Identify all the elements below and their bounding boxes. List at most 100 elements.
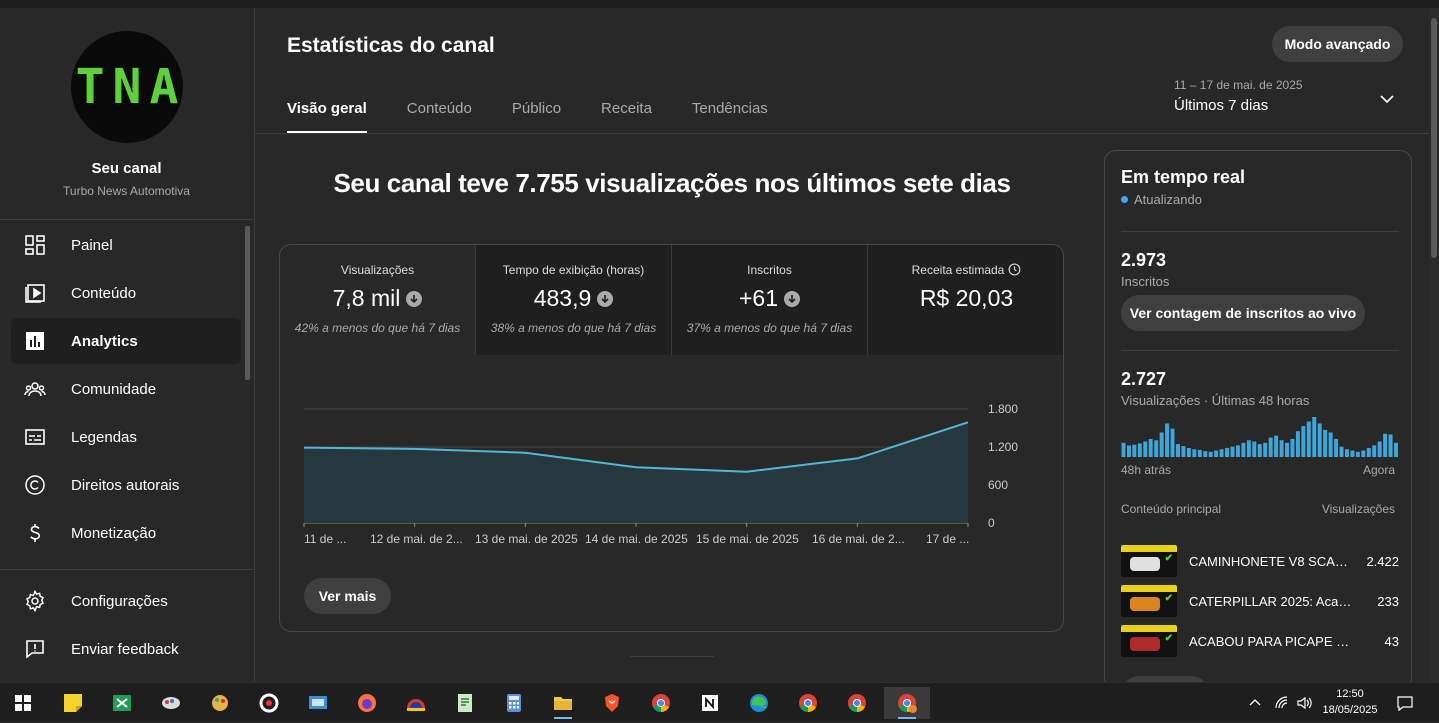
realtime-bar[interactable] xyxy=(1132,444,1137,457)
realtime-bar[interactable] xyxy=(1165,423,1170,457)
realtime-bar[interactable] xyxy=(1355,451,1360,457)
realtime-bar[interactable] xyxy=(1148,438,1153,457)
realtime-bar[interactable] xyxy=(1317,423,1322,457)
realtime-bar[interactable] xyxy=(1394,442,1398,457)
sidebar-item-monetizacao[interactable]: Monetização xyxy=(11,510,241,556)
network-icon[interactable] xyxy=(1274,695,1290,711)
sidebar-item-analytics[interactable]: Analytics xyxy=(11,318,241,364)
sidebar-item-conteudo[interactable]: Conteúdo xyxy=(11,270,241,316)
realtime-bar[interactable] xyxy=(1323,429,1328,457)
calculator-icon[interactable] xyxy=(497,687,531,719)
tab-receita[interactable]: Receita xyxy=(601,100,652,134)
realtime-bar[interactable] xyxy=(1388,434,1393,457)
realtime-bar[interactable] xyxy=(1312,417,1317,457)
metric-views[interactable]: Visualizações 7,8 mil 42% a menos do que… xyxy=(280,245,476,355)
realtime-bar[interactable] xyxy=(1257,444,1262,457)
realtime-bar[interactable] xyxy=(1361,450,1366,457)
sidebar-item-configuracoes[interactable]: Configurações xyxy=(11,578,241,624)
realtime-bar[interactable] xyxy=(1274,435,1279,457)
realtime-bar[interactable] xyxy=(1252,441,1257,457)
sidebar-item-legendas[interactable]: Legendas xyxy=(11,414,241,460)
firefox-icon[interactable] xyxy=(350,687,384,719)
realtime-bar[interactable] xyxy=(1137,443,1142,457)
notepad-app-icon[interactable] xyxy=(448,687,482,719)
realtime-bar[interactable] xyxy=(1350,450,1355,457)
top-content-row[interactable]: ✔ CATERPILLAR 2025: Acabou 233 xyxy=(1121,584,1399,618)
realtime-bar[interactable] xyxy=(1126,445,1131,457)
file-explorer-icon[interactable] xyxy=(546,687,580,719)
realtime-bar[interactable] xyxy=(1214,450,1219,457)
realtime-bar[interactable] xyxy=(1279,440,1284,457)
spreadsheet-app-icon[interactable] xyxy=(105,687,139,719)
live-subscriber-count-button[interactable]: Ver contagem de inscritos ao vivo xyxy=(1121,295,1365,331)
channel-avatar[interactable]: TNA xyxy=(71,31,183,143)
realtime-bar[interactable] xyxy=(1301,426,1306,457)
date-period[interactable]: Últimos 7 dias xyxy=(1174,97,1268,114)
realtime-bar[interactable] xyxy=(1295,431,1300,457)
tab-visao-geral[interactable]: Visão geral xyxy=(287,100,367,134)
tab-tendencias[interactable]: Tendências xyxy=(692,100,768,134)
see-more-button[interactable]: Ver mais xyxy=(304,578,391,614)
sidebar-item-direitos-autorais[interactable]: Direitos autorais xyxy=(11,462,241,508)
chrome-profile-icon[interactable] xyxy=(791,687,825,719)
top-content-row[interactable]: ✔ ACABOU PARA PICAPE RAM 43 xyxy=(1121,624,1399,658)
realtime-bar[interactable] xyxy=(1203,451,1208,457)
realtime-bar[interactable] xyxy=(1181,446,1186,457)
realtime-bar[interactable] xyxy=(1285,442,1289,457)
sticky-notes-icon[interactable] xyxy=(56,687,90,719)
palette-app-icon[interactable] xyxy=(203,687,237,719)
realtime-bar[interactable] xyxy=(1334,438,1339,457)
metric-subscribers[interactable]: Inscritos +61 37% a menos do que há 7 di… xyxy=(672,245,868,355)
realtime-bar[interactable] xyxy=(1197,449,1202,457)
views-line-chart[interactable]: 1.800 1.200 600 0 11 de ... 12 de mai. de 2..… xyxy=(280,355,1064,565)
tab-publico[interactable]: Público xyxy=(512,100,561,134)
realtime-bar[interactable] xyxy=(1377,441,1382,457)
notion-icon[interactable] xyxy=(693,687,727,719)
realtime-bar[interactable] xyxy=(1208,451,1213,457)
metric-watch-time[interactable]: Tempo de exibição (horas) 483,9 38% a me… xyxy=(476,245,672,355)
chrome-icon[interactable] xyxy=(644,687,678,719)
chrome-active-icon[interactable] xyxy=(884,687,930,719)
realtime-bar[interactable] xyxy=(1241,442,1246,457)
realtime-bar[interactable] xyxy=(1176,444,1180,457)
taskbar-clock[interactable]: 12:50 18/05/2025 xyxy=(1316,686,1384,718)
volume-icon[interactable] xyxy=(1296,695,1312,711)
realtime-bar[interactable] xyxy=(1186,447,1191,457)
chrome-profile-icon[interactable] xyxy=(840,687,874,719)
realtime-bar[interactable] xyxy=(1246,440,1251,457)
realtime-bar[interactable] xyxy=(1225,447,1230,457)
top-content-row[interactable]: ✔ CAMINHONETE V8 SCANIA 2.422 xyxy=(1121,544,1399,578)
realtime-bar[interactable] xyxy=(1344,449,1349,457)
brave-browser-icon[interactable] xyxy=(595,687,629,719)
page-scrollbar-thumb[interactable] xyxy=(1431,18,1437,258)
sidebar-item-painel[interactable]: Painel xyxy=(11,222,241,268)
chevron-down-icon[interactable] xyxy=(1378,90,1396,108)
sidebar-item-enviar-feedback[interactable]: Enviar feedback xyxy=(11,626,241,672)
sidebar-item-comunidade[interactable]: Comunidade xyxy=(11,366,241,412)
date-range[interactable]: 11 – 17 de mai. de 2025 xyxy=(1174,78,1303,92)
edge-icon[interactable] xyxy=(742,687,776,719)
metric-revenue[interactable]: Receita estimada R$ 20,03 xyxy=(868,245,1063,355)
advanced-mode-button[interactable]: Modo avançado xyxy=(1272,26,1403,62)
windows-start-icon[interactable] xyxy=(6,687,40,719)
realtime-bar[interactable] xyxy=(1263,442,1268,457)
realtime-bar[interactable] xyxy=(1219,449,1224,457)
remote-desktop-icon[interactable] xyxy=(301,687,335,719)
realtime-bar[interactable] xyxy=(1339,446,1344,457)
realtime-bar[interactable] xyxy=(1290,438,1295,457)
realtime-bar[interactable] xyxy=(1366,447,1371,457)
chevron-up-icon[interactable] xyxy=(1248,696,1262,710)
realtime-bar[interactable] xyxy=(1159,432,1164,457)
sidebar-scrollbar[interactable] xyxy=(245,226,250,380)
paint-app-icon[interactable] xyxy=(154,687,188,719)
realtime-bar[interactable] xyxy=(1268,437,1273,457)
realtime-bar[interactable] xyxy=(1230,446,1235,457)
tab-conteudo[interactable]: Conteúdo xyxy=(407,100,472,134)
realtime-bar[interactable] xyxy=(1328,432,1333,457)
realtime-bar[interactable] xyxy=(1121,442,1126,457)
realtime-bar[interactable] xyxy=(1306,421,1311,457)
realtime-bar[interactable] xyxy=(1143,441,1148,457)
notifications-icon[interactable] xyxy=(1396,694,1414,712)
realtime-bar-chart[interactable] xyxy=(1121,413,1399,457)
realtime-bar[interactable] xyxy=(1192,449,1197,457)
